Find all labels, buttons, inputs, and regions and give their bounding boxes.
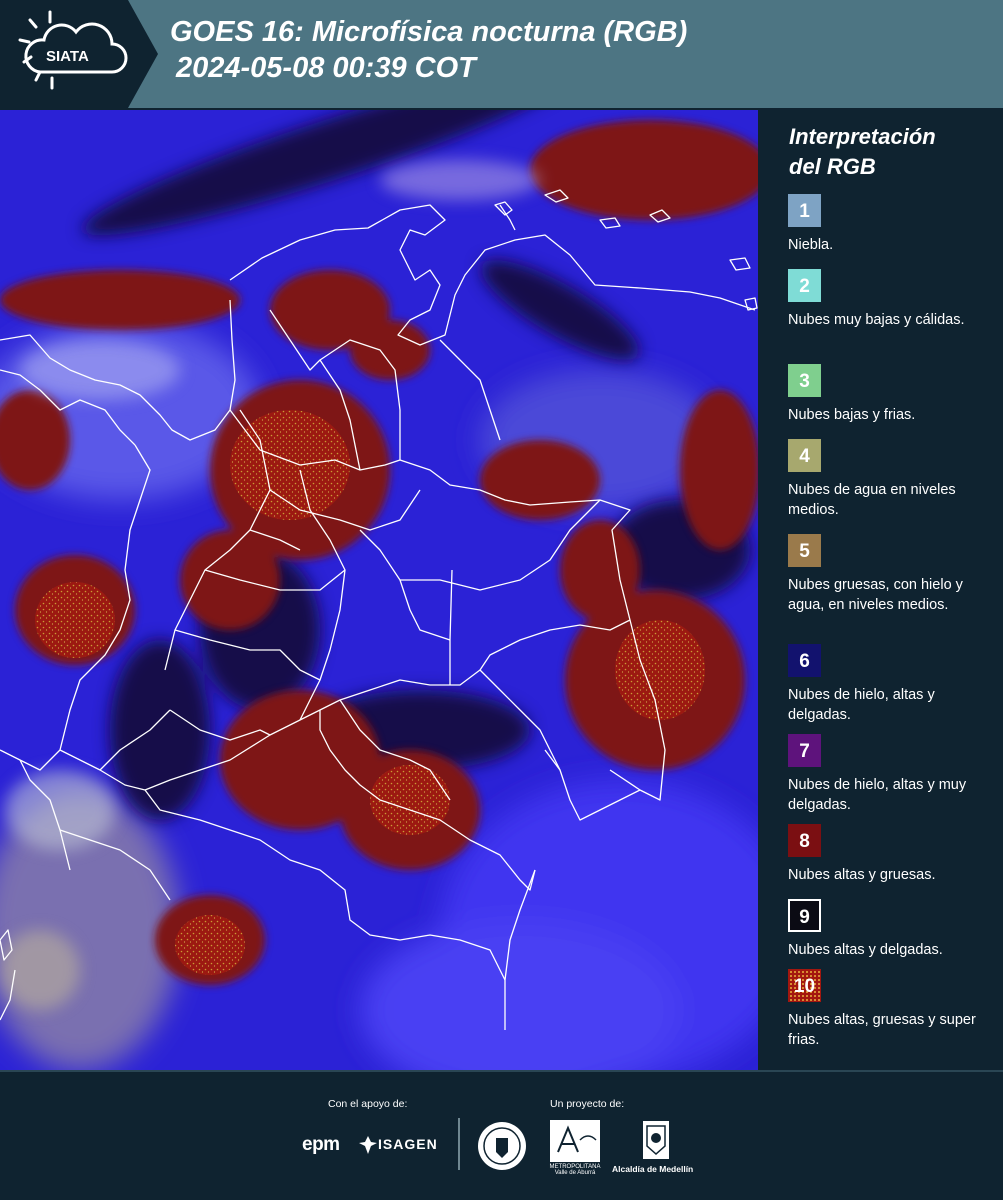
legend-item-7: 7 Nubes de hielo, altas y muy delgadas. — [788, 734, 1000, 815]
legend-title: Interpretación del RGB — [789, 122, 936, 182]
satellite-map[interactable] — [0, 110, 758, 1070]
title-line-1: GOES 16: Microfísica nocturna (RGB) — [170, 16, 688, 48]
legend-item-2: 2 Nubes muy bajas y cálidas. — [788, 269, 1000, 330]
legend-label: Nubes altas y delgadas. — [788, 942, 943, 958]
legend-item-5: 5 Nubes gruesas, con hielo y agua, en niv… — [788, 534, 1000, 615]
legend-label: Nubes altas, gruesas y super frias. — [788, 1012, 976, 1048]
support-label: Con el apoyo de: — [328, 1098, 408, 1110]
isagen-mark-icon — [359, 1136, 377, 1154]
legend-swatch: 5 — [788, 534, 821, 567]
legend-label: Nubes muy bajas y cálidas. — [788, 312, 965, 328]
legend-swatch: 8 — [788, 824, 821, 857]
siata-logo[interactable]: SIATA — [0, 0, 160, 108]
legend-item-9: 9 Nubes altas y delgadas. — [788, 899, 1000, 960]
legend-title-line-1: Interpretación — [789, 124, 936, 149]
legend-swatch: 1 — [788, 194, 821, 227]
alcaldia-medellin-label: Alcaldía de Medellín — [612, 1164, 694, 1174]
page-title: GOES 16: Microfísica nocturna (RGB) 2024… — [170, 14, 687, 86]
legend-label: Nubes de hielo, altas y muy delgadas. — [788, 777, 967, 813]
legend-item-1: 1 Niebla. — [788, 194, 1000, 255]
legend-item-3: 3 Nubes bajas y frias. — [788, 364, 1000, 425]
legend-swatch: 9 — [788, 899, 821, 932]
project-label: Un proyecto de: — [550, 1098, 625, 1110]
legend-label: Nubes bajas y frias. — [788, 407, 916, 423]
legend-panel: Interpretación del RGB 1 Niebla. 2 Nubes mu… — [762, 110, 1003, 1070]
footer-bar: Con el apoyo de: Un proyecto de: epm ISA… — [0, 1070, 1003, 1200]
footer-divider — [458, 1118, 460, 1170]
legend-swatch: 10 — [788, 969, 821, 1002]
legend-item-4: 4 Nubes de agua en niveles medios. — [788, 439, 1000, 520]
legend-label: Nubes de hielo, altas y delgadas. — [788, 687, 935, 723]
legend-label: Nubes gruesas, con hielo y agua, en nive… — [788, 577, 963, 613]
isagen-logo[interactable]: ISAGEN — [378, 1136, 438, 1152]
legend-swatch: 3 — [788, 364, 821, 397]
logo-text: SIATA — [46, 48, 89, 65]
isagen-logo-text: ISAGEN — [378, 1136, 438, 1152]
legend-swatch: 6 — [788, 644, 821, 677]
area-metropolitana-logo-icon[interactable] — [550, 1120, 600, 1162]
legend-swatch: 2 — [788, 269, 821, 302]
legend-item-6: 6 Nubes de hielo, altas y delgadas. — [788, 644, 1000, 725]
legend-swatch: 4 — [788, 439, 821, 472]
area-metropolitana-label: METROPOLITANA Valle de Aburrá — [549, 1164, 601, 1176]
legend-swatch: 7 — [788, 734, 821, 767]
legend-item-10: 10 Nubes altas, gruesas y super frias. — [788, 969, 1000, 1050]
legend-label: Nubes altas y gruesas. — [788, 867, 936, 883]
rgb-satellite-image — [0, 110, 758, 1070]
header-bar: SIATA GOES 16: Microfísica nocturna (RGB… — [0, 0, 1003, 108]
legend-title-line-2: del RGB — [789, 154, 876, 179]
medellin-shield-icon[interactable] — [642, 1120, 670, 1160]
university-seal-icon[interactable] — [476, 1120, 528, 1172]
legend-label: Niebla. — [788, 237, 834, 253]
epm-logo[interactable]: epm — [302, 1134, 340, 1156]
title-line-2: 2024-05-08 00:39 COT — [176, 52, 476, 84]
epm-logo-text: epm — [302, 1134, 340, 1155]
legend-item-8: 8 Nubes altas y gruesas. — [788, 824, 1000, 885]
legend-label: Nubes de agua en niveles medios. — [788, 482, 956, 518]
siata-logo-icon: SIATA — [0, 0, 158, 108]
